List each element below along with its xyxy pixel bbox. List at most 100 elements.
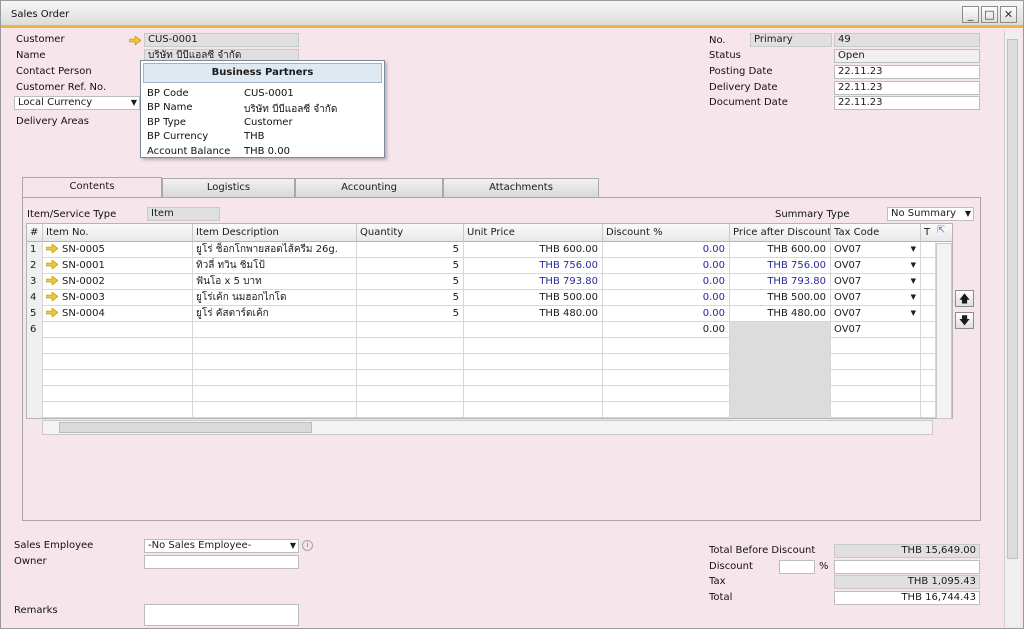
cell-price[interactable] (464, 322, 603, 338)
cell-tax[interactable] (831, 370, 921, 386)
cell-qty[interactable]: 5 (357, 290, 464, 306)
cell-t[interactable] (921, 354, 936, 370)
owner-field[interactable] (144, 555, 299, 569)
customer-field[interactable]: CUS-0001 (144, 33, 299, 47)
discount-percent-field[interactable] (779, 560, 815, 574)
table-row[interactable]: 4 SN-0003 ยูโร่เค้ก นมฮอกไกโด 5 THB 500.00 0.… (27, 290, 952, 306)
table-row[interactable] (27, 370, 952, 386)
maximize-button[interactable]: □ (981, 6, 998, 23)
cell-n[interactable]: 1 (27, 242, 43, 258)
remarks-field[interactable] (144, 604, 299, 626)
cell-n[interactable] (27, 402, 43, 418)
cell-qty[interactable]: 5 (357, 258, 464, 274)
cell-qty[interactable] (357, 402, 464, 418)
table-row[interactable]: 3 SN-0002 ฟันโอ x 5 บาท 5 THB 793.80 0.00 THB … (27, 274, 952, 290)
cell-qty[interactable]: 5 (357, 306, 464, 322)
chevron-down-icon[interactable]: ▼ (911, 258, 916, 273)
cell-item[interactable] (43, 402, 193, 418)
cell-n[interactable] (27, 370, 43, 386)
cell-qty[interactable] (357, 386, 464, 402)
cell-tax[interactable]: OV07 ▼ (831, 242, 921, 258)
cell-qty[interactable]: 5 (357, 274, 464, 290)
expand-link-icon[interactable]: ⇱ (937, 225, 945, 236)
cell-item[interactable] (43, 338, 193, 354)
cell-disc[interactable] (603, 386, 730, 402)
cell-n[interactable] (27, 354, 43, 370)
cell-desc[interactable] (193, 338, 357, 354)
cell-price[interactable]: THB 756.00 (464, 258, 603, 274)
discount-amount-field[interactable] (834, 560, 980, 574)
cell-qty[interactable]: 5 (357, 242, 464, 258)
cell-price[interactable]: THB 793.80 (464, 274, 603, 290)
cell-qty[interactable] (357, 338, 464, 354)
table-row[interactable]: 1 SN-0005 ยูโร่ ช็อกโกพายสอดไส้ครีม 26g. 5 T… (27, 242, 952, 258)
cell-disc[interactable] (603, 338, 730, 354)
cell-disc[interactable]: 0.00 (603, 274, 730, 290)
cell-desc[interactable] (193, 354, 357, 370)
chevron-down-icon[interactable]: ▼ (911, 242, 916, 257)
cell-desc[interactable]: ฟันโอ x 5 บาท (193, 274, 357, 290)
cell-t[interactable] (921, 386, 936, 402)
cell-disc[interactable]: 0.00 (603, 306, 730, 322)
document-date-field[interactable]: 22.11.23 (834, 96, 980, 110)
summary-type-dropdown[interactable]: No Summary ▼ (887, 207, 974, 221)
tab-accounting[interactable]: Accounting (295, 178, 443, 197)
move-row-up-button[interactable]: 🡅 (955, 290, 974, 307)
cell-disc[interactable] (603, 370, 730, 386)
cell-item[interactable]: SN-0005 (43, 242, 193, 258)
cell-qty[interactable] (357, 322, 464, 338)
cell-price[interactable]: THB 480.00 (464, 306, 603, 322)
col-header[interactable]: Tax Code (831, 224, 921, 242)
cell-price[interactable]: THB 600.00 (464, 242, 603, 258)
cell-price[interactable] (464, 370, 603, 386)
cell-disc[interactable]: 0.00 (603, 242, 730, 258)
cell-item[interactable]: SN-0002 (43, 274, 193, 290)
close-button[interactable]: ✕ (1000, 6, 1017, 23)
series-field[interactable]: Primary (750, 33, 832, 47)
col-header[interactable]: Unit Price (464, 224, 603, 242)
info-icon[interactable]: i (302, 540, 313, 551)
cell-t[interactable] (921, 402, 936, 418)
cell-after[interactable]: THB 500.00 (730, 290, 831, 306)
cell-price[interactable] (464, 402, 603, 418)
scroll-thumb[interactable] (59, 422, 312, 433)
table-row[interactable]: 6 0.00 OV07 (27, 322, 952, 338)
cell-desc[interactable]: ยูโร่เค้ก นมฮอกไกโด (193, 290, 357, 306)
cell-price[interactable] (464, 386, 603, 402)
cell-desc[interactable] (193, 386, 357, 402)
tab-attachments[interactable]: Attachments (443, 178, 599, 197)
link-arrow-icon[interactable] (45, 259, 62, 271)
table-row[interactable]: 5 SN-0004 ยูโร่ คัสตาร์ดเค้ก 5 THB 480.00 0.0… (27, 306, 952, 322)
col-header[interactable]: Quantity (357, 224, 464, 242)
link-arrow-icon[interactable] (45, 291, 62, 303)
sales-employee-dropdown[interactable]: -No Sales Employee- ▼ (144, 539, 299, 553)
cell-n[interactable]: 6 (27, 322, 43, 338)
grid-horizontal-scrollbar[interactable] (42, 420, 933, 435)
cell-item[interactable]: SN-0001 (43, 258, 193, 274)
item-type-field[interactable]: Item (147, 207, 220, 221)
cell-disc[interactable] (603, 402, 730, 418)
cell-item[interactable] (43, 386, 193, 402)
scroll-thumb[interactable] (1007, 39, 1018, 559)
tab-contents[interactable]: Contents (22, 177, 162, 198)
cell-t[interactable] (921, 322, 936, 338)
cell-price[interactable] (464, 338, 603, 354)
grid-vertical-scrollbar[interactable] (936, 243, 952, 419)
cell-item[interactable]: SN-0003 (43, 290, 193, 306)
cell-tax[interactable]: OV07 (831, 322, 921, 338)
col-header[interactable]: Price after Discount (730, 224, 831, 242)
cell-after[interactable] (730, 338, 831, 354)
tab-logistics[interactable]: Logistics (162, 178, 295, 197)
cell-desc[interactable] (193, 370, 357, 386)
cell-tax[interactable] (831, 402, 921, 418)
cell-tax[interactable] (831, 354, 921, 370)
cell-after[interactable] (730, 322, 831, 338)
cell-disc[interactable]: 0.00 (603, 322, 730, 338)
delivery-date-field[interactable]: 22.11.23 (834, 81, 980, 95)
cell-after[interactable] (730, 354, 831, 370)
cell-item[interactable] (43, 354, 193, 370)
table-row[interactable] (27, 402, 952, 418)
cell-tax[interactable]: OV07 ▼ (831, 290, 921, 306)
cell-t[interactable] (921, 370, 936, 386)
cell-desc[interactable] (193, 402, 357, 418)
